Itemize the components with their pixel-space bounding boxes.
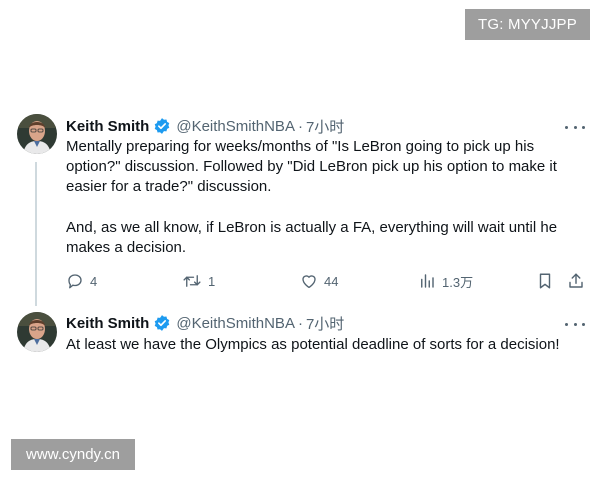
tweet-timestamp[interactable]: 7小时 (306, 116, 344, 137)
like-button[interactable]: 44 (300, 271, 338, 291)
header-separator: · (297, 314, 303, 332)
tweet-actions-bar: 4 1 44 1.3万 (66, 271, 586, 291)
tweet-timestamp[interactable]: 7小时 (306, 313, 344, 334)
header-separator: · (297, 117, 303, 135)
author-avatar[interactable] (17, 312, 57, 352)
reply-count: 4 (90, 273, 98, 289)
author-handle[interactable]: @KeithSmithNBA (176, 315, 295, 332)
tweet-text-paragraph-1: Mentally preparing for weeks/months of "… (66, 138, 562, 195)
verified-badge-icon (153, 314, 171, 332)
views-button[interactable]: 1.3万 (418, 271, 473, 291)
tweet-header: Keith Smith @KeithSmithNBA · 7小时 (66, 313, 344, 333)
retweet-count: 1 (208, 273, 216, 289)
thread-connector-line (35, 162, 37, 306)
more-options-icon[interactable] (565, 120, 585, 134)
bookmark-icon (536, 272, 554, 290)
author-name[interactable]: Keith Smith (66, 315, 149, 332)
retweet-button[interactable]: 1 (182, 271, 215, 291)
retweet-icon (182, 272, 202, 290)
tweet-text-paragraph-2: And, as we all know, if LeBron is actual… (66, 219, 562, 256)
author-handle[interactable]: @KeithSmithNBA (176, 118, 295, 135)
heart-icon (300, 272, 318, 290)
views-chart-icon (418, 272, 436, 290)
author-avatar[interactable] (17, 114, 57, 154)
watermark-bottom: www.cyndy.cn (11, 439, 135, 470)
verified-badge-icon (153, 117, 171, 135)
more-options-icon[interactable] (565, 317, 585, 331)
reply-button[interactable]: 4 (66, 271, 97, 291)
bookmark-button[interactable] (536, 271, 554, 291)
like-count: 44 (324, 273, 339, 289)
tweet-text: At least we have the Olympics as potenti… (66, 336, 560, 353)
share-icon (567, 272, 585, 290)
author-name[interactable]: Keith Smith (66, 118, 149, 135)
tweet-header: Keith Smith @KeithSmithNBA · 7小时 (66, 116, 344, 136)
watermark-top: TG: MYYJJPP (465, 9, 590, 40)
views-count: 1.3万 (442, 274, 474, 290)
share-button[interactable] (567, 271, 585, 291)
reply-icon (66, 272, 84, 290)
